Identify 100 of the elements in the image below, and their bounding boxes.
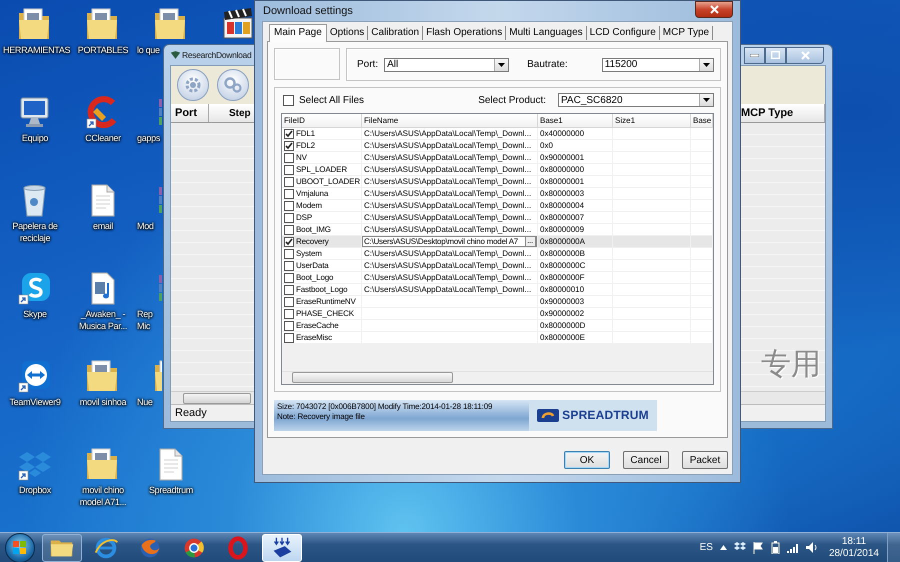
language-indicator[interactable]: ES [700, 542, 713, 553]
table-row[interactable]: Modem C:\Users\ASUS\AppData\Local\Temp\_Downl... 0x80000004 [282, 200, 713, 212]
table-row[interactable]: Recovery C:\Users\ASUS\Desktop\movil chino model A7 ... 0x8000000A [282, 236, 713, 248]
dialog-button[interactable]: OK [564, 451, 610, 469]
maximize-button[interactable] [765, 46, 786, 64]
icon-label[interactable]: movil sinhoa [80, 396, 126, 408]
table-row[interactable]: FDL2 C:\Users\ASUS\AppData\Local\Temp\_Downl... 0x0 [282, 140, 713, 152]
horizontal-scrollbar[interactable] [282, 370, 713, 384]
icon-label[interactable]: Skype [23, 308, 47, 320]
start-button[interactable] [5, 532, 35, 562]
show-hidden-icons-icon[interactable] [720, 545, 727, 550]
table-row[interactable]: FDL1 C:\Users\ASUS\AppData\Local\Temp\_Downl... 0x40000000 [282, 128, 713, 140]
checkbox[interactable] [284, 200, 294, 211]
checkbox[interactable] [284, 176, 294, 187]
table-row[interactable]: UserData C:\Users\ASUS\AppData\Local\Temp\_Downl... 0x8000000C [282, 260, 713, 272]
table-cell: C:\Users\ASUS\AppData\Local\Temp\_Downl... [364, 140, 532, 152]
baudrate-dropdown[interactable]: 115200 [602, 58, 714, 72]
checkbox[interactable] [284, 332, 294, 343]
product-dropdown[interactable]: PAC_SC6820 [558, 93, 714, 108]
table-cell: C:\Users\ASUS\AppData\Local\Temp\_Downl... [364, 200, 532, 212]
battery-icon[interactable] [770, 541, 780, 554]
table-row[interactable]: Boot_Logo C:\Users\ASUS\AppData\Local\Temp\_Downl... 0x8000000F [282, 272, 713, 284]
browse-button[interactable]: ... [525, 236, 536, 248]
checkbox[interactable] [283, 94, 294, 106]
icon-label[interactable]: email [92, 220, 113, 232]
field-label: Port: [357, 59, 378, 70]
column-header[interactable]: Base [691, 114, 713, 128]
tab[interactable]: Multi Languages [506, 26, 587, 40]
icon-label[interactable]: _Awaken_ - Musica Par... [71, 308, 135, 332]
folder-icon[interactable] [153, 358, 162, 394]
checkbox[interactable] [284, 164, 294, 175]
checkbox[interactable] [284, 128, 294, 139]
table-row[interactable]: System C:\Users\ASUS\AppData\Local\Temp\_Downl... 0x8000000B [282, 248, 713, 260]
icon-label[interactable]: PORTABLES [78, 44, 128, 56]
tab[interactable]: Calibration [368, 26, 424, 40]
icon-label[interactable]: CCleaner [85, 132, 121, 144]
checkbox[interactable] [284, 224, 294, 235]
icon-label[interactable]: movil chino model A71... [71, 484, 135, 508]
column-header[interactable]: Base1 [538, 114, 613, 128]
checkbox[interactable] [284, 320, 294, 331]
scrollbar-thumb[interactable] [183, 392, 251, 404]
icon-label[interactable]: lo que [137, 44, 163, 56]
tab[interactable]: MCP Type [660, 26, 714, 40]
tab[interactable]: Main Page [269, 24, 327, 42]
column-header[interactable]: Size1 [613, 114, 691, 128]
table-cell: 0x90000001 [540, 152, 584, 164]
checkbox[interactable] [284, 308, 294, 319]
port-dropdown[interactable]: All [384, 58, 510, 72]
tab[interactable]: Flash Operations [423, 26, 506, 40]
table-row[interactable]: UBOOT_LOADER C:\Users\ASUS\AppData\Local\Temp\_Downl... 0x80000001 [282, 176, 713, 188]
dialog-button[interactable]: Cancel [623, 451, 669, 469]
signal-icon[interactable] [786, 542, 799, 552]
minimize-button[interactable] [744, 46, 765, 64]
icon-label[interactable]: gapps [137, 132, 163, 144]
checkbox[interactable] [284, 140, 294, 151]
dialog-button[interactable]: Packet [682, 451, 728, 469]
clock[interactable]: 18:11 28/01/2014 [828, 536, 879, 560]
checkbox[interactable] [284, 284, 294, 295]
minimize-icon [750, 54, 759, 56]
icon-label[interactable]: Rep Mic [137, 308, 163, 332]
volume-icon[interactable] [806, 542, 818, 553]
icon-label[interactable]: Mod [137, 220, 163, 232]
table-row[interactable]: EraseCache 0x8000000D [282, 320, 713, 332]
checkbox[interactable] [284, 260, 294, 271]
checkbox[interactable] [284, 152, 294, 163]
table-row[interactable]: Fastboot_Logo C:\Users\ASUS\AppData\Local\Temp\_Downl... 0x80000010 [282, 284, 713, 296]
table-row[interactable]: DSP C:\Users\ASUS\AppData\Local\Temp\_Downl... 0x80000007 [282, 212, 713, 224]
chat-app-icon[interactable] [17, 270, 53, 306]
show-desktop-button[interactable] [887, 532, 900, 562]
checkbox[interactable] [284, 236, 294, 247]
checkbox[interactable] [284, 212, 294, 223]
table-row[interactable]: PHASE_CHECK 0x90000002 [282, 308, 713, 320]
checkbox[interactable] [284, 272, 294, 283]
icon-label[interactable]: TeamViewer9 [9, 396, 61, 408]
icon-label[interactable]: Spreadtrum [148, 484, 194, 496]
column-header[interactable]: Port [171, 104, 209, 122]
checkbox[interactable] [284, 188, 294, 199]
remote-arrows-icon[interactable] [17, 358, 53, 394]
close-button[interactable] [695, 0, 733, 18]
file-path-field[interactable]: C:\Users\ASUS\Desktop\movil chino model A7 ... [362, 236, 537, 248]
checkbox[interactable] [284, 248, 294, 259]
icon-label[interactable]: Dropbox [19, 484, 51, 496]
checkbox-label[interactable]: Select All Files [299, 94, 364, 106]
close-button[interactable] [786, 46, 824, 64]
table-row[interactable]: EraseRuntimeNV 0x90000003 [282, 296, 713, 308]
box-icon[interactable] [734, 542, 746, 553]
column-header[interactable]: FileID [282, 114, 362, 128]
flag-icon[interactable] [752, 542, 764, 554]
icon-label[interactable]: Equipo [22, 132, 48, 144]
table-cell: Boot_IMG [296, 224, 331, 236]
icon-label[interactable]: Papelera de reciclaje [3, 220, 67, 244]
tab[interactable]: Options [326, 26, 368, 40]
table-row[interactable]: SPL_LOADER C:\Users\ASUS\AppData\Local\Temp\_Downl... 0x80000000 [282, 164, 713, 176]
checkbox[interactable] [284, 296, 294, 307]
column-header[interactable]: FileName [362, 114, 538, 128]
table-row[interactable]: Vmjaluna C:\Users\ASUS\AppData\Local\Temp\_Downl... 0x80000003 [282, 188, 713, 200]
taskbar-button[interactable] [42, 534, 82, 562]
icon-label[interactable]: Nue [137, 396, 163, 408]
tab[interactable]: LCD Configure [586, 26, 660, 40]
table-row[interactable]: NV C:\Users\ASUS\AppData\Local\Temp\_Downl... 0x90000001 [282, 152, 713, 164]
